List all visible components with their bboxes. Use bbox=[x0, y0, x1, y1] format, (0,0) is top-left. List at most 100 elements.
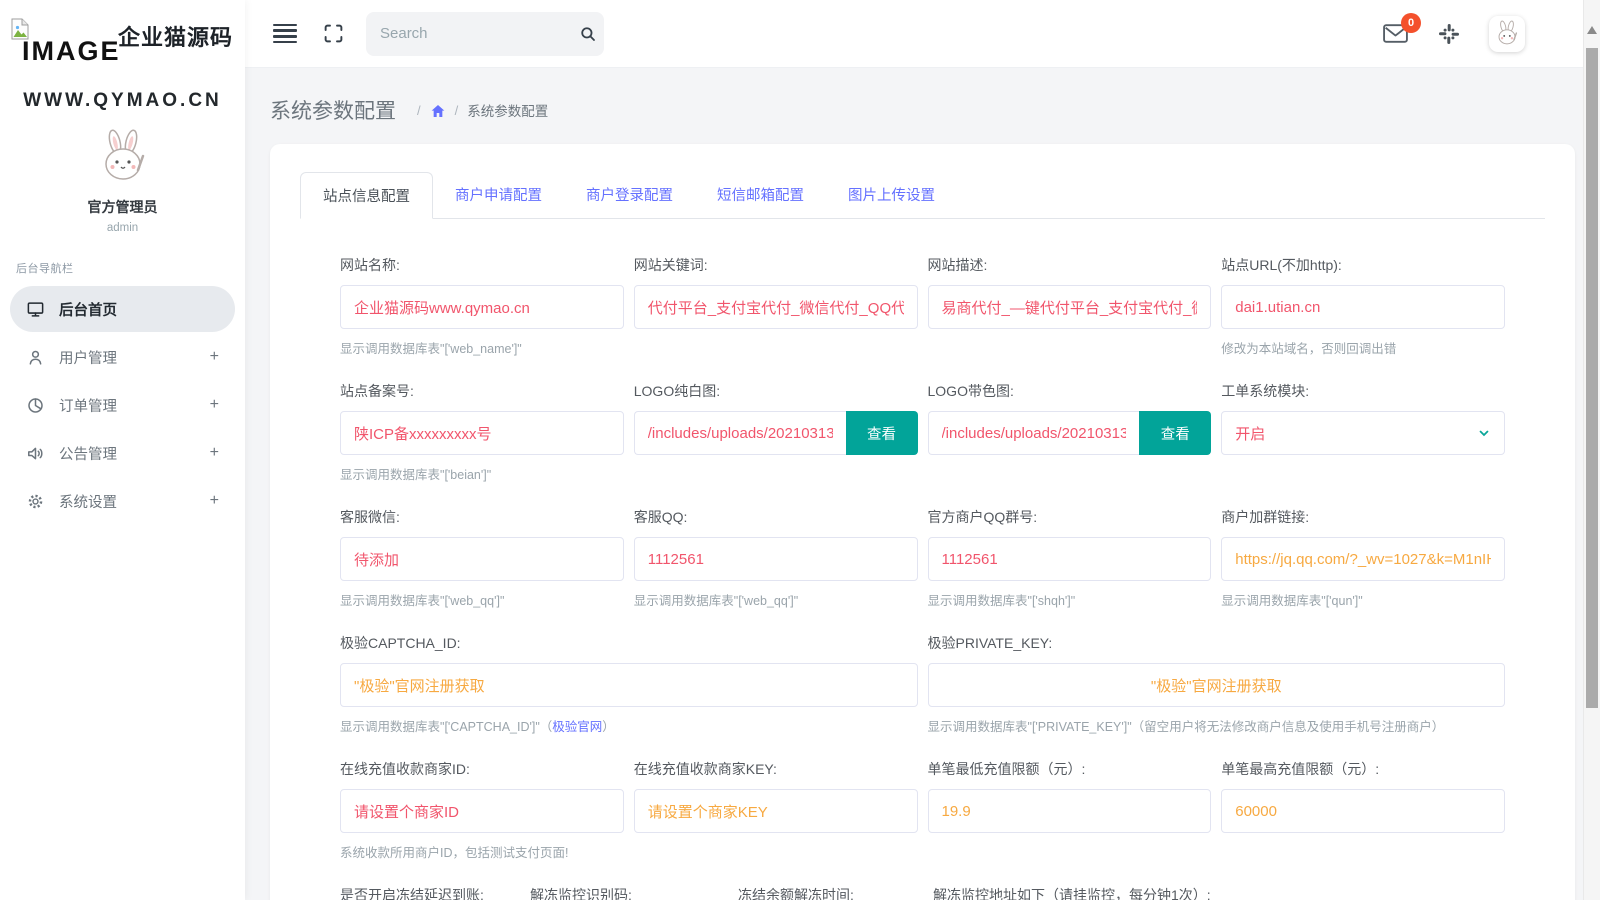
site-url-text: WWW.QYMAO.CN bbox=[0, 90, 245, 112]
form-row-1: 网站名称: 显示调用数据库表"['web_name']" 网站关键词: 网站描述… bbox=[340, 255, 1505, 357]
settings-card: 站点信息配置 商户申请配置 商户登录配置 短信邮箱配置 图片上传设置 网站名称:… bbox=[270, 144, 1575, 900]
field-beian: 站点备案号: 显示调用数据库表"['beian']" bbox=[340, 381, 624, 483]
merchant-id-input[interactable] bbox=[340, 789, 624, 833]
user-name: 官方管理员 bbox=[0, 197, 245, 217]
field-label: 单笔最低充值限额（元）: bbox=[928, 759, 1212, 779]
merchant-key-input[interactable] bbox=[634, 789, 918, 833]
field-helper: 系统收款所用商户ID，包括测试支付页面! bbox=[340, 842, 624, 861]
sidebar-item-label: 公告管理 bbox=[59, 443, 210, 464]
page-title: 系统参数配置 bbox=[270, 95, 396, 125]
tab-site-info[interactable]: 站点信息配置 bbox=[300, 172, 433, 219]
scrollbar-up-arrow[interactable] bbox=[1587, 26, 1597, 34]
field-label: 单笔最高充值限额（元）: bbox=[1221, 759, 1505, 779]
sidebar-item-users[interactable]: 用户管理 + bbox=[10, 334, 235, 380]
group-link-input[interactable] bbox=[1221, 537, 1505, 581]
field-site-url: 站点URL(不加http): 修改为本站域名，否则回调出错 bbox=[1221, 255, 1505, 357]
field-merchant-key: 在线充值收款商家KEY: bbox=[634, 759, 918, 861]
field-helper: 显示调用数据库表"['PRIVATE_KEY']"（留空用户将无法修改商户信息及… bbox=[928, 716, 1506, 735]
sidebar-item-settings[interactable]: 系统设置 + bbox=[10, 478, 235, 524]
main-area: 0 bbox=[245, 0, 1600, 900]
field-description: 网站描述: bbox=[928, 255, 1212, 357]
field-helper: 显示调用数据库表"['shqh']" bbox=[928, 590, 1212, 609]
form-row-2: 站点备案号: 显示调用数据库表"['beian']" LOGO纯白图: 查看 L… bbox=[340, 381, 1505, 483]
site-name-input[interactable] bbox=[340, 285, 624, 329]
mail-badge: 0 bbox=[1401, 13, 1421, 33]
expand-indicator: + bbox=[210, 492, 219, 510]
min-charge-input[interactable] bbox=[928, 789, 1212, 833]
field-logo-color: LOGO带色图: 查看 bbox=[928, 381, 1212, 483]
speaker-icon bbox=[26, 443, 46, 463]
captcha-id-input[interactable] bbox=[340, 663, 918, 707]
view-logo-white-button[interactable]: 查看 bbox=[846, 411, 918, 455]
menu-toggle-icon[interactable] bbox=[273, 21, 297, 47]
site-url-input[interactable] bbox=[1221, 285, 1505, 329]
page-scrollbar[interactable] bbox=[1583, 0, 1600, 900]
field-unfreeze-time: 冻结余额解冻时间: bbox=[738, 885, 923, 900]
description-input[interactable] bbox=[928, 285, 1212, 329]
tab-bar: 站点信息配置 商户申请配置 商户登录配置 短信邮箱配置 图片上传设置 bbox=[300, 172, 1545, 219]
scrollbar-thumb[interactable] bbox=[1586, 48, 1598, 708]
sidebar-item-announcements[interactable]: 公告管理 + bbox=[10, 430, 235, 476]
max-charge-input[interactable] bbox=[1221, 789, 1505, 833]
sidebar-item-orders[interactable]: 订单管理 + bbox=[10, 382, 235, 428]
tab-merchant-apply[interactable]: 商户申请配置 bbox=[433, 172, 564, 219]
field-label: 极验PRIVATE_KEY: bbox=[928, 633, 1506, 653]
breadcrumb-current: 系统参数配置 bbox=[467, 100, 548, 120]
field-freeze-delay: 是否开启冻结延迟到账: bbox=[340, 885, 520, 900]
pie-chart-icon bbox=[26, 395, 46, 415]
sidebar-item-label: 用户管理 bbox=[59, 347, 210, 368]
tab-sms-email[interactable]: 短信邮箱配置 bbox=[695, 172, 826, 219]
ticket-module-select[interactable]: 开启 bbox=[1221, 411, 1505, 455]
form-row-4: 极验CAPTCHA_ID: 显示调用数据库表"['CAPTCHA_ID']"（极… bbox=[340, 633, 1505, 735]
apps-icon[interactable] bbox=[1437, 22, 1461, 46]
sidebar-item-dashboard[interactable]: 后台首页 bbox=[10, 286, 235, 332]
home-icon[interactable] bbox=[430, 103, 446, 119]
geetest-site-link[interactable]: 极验官网 bbox=[552, 720, 602, 734]
qq-input[interactable] bbox=[634, 537, 918, 581]
search-icon[interactable] bbox=[579, 25, 597, 43]
field-label: 网站关键词: bbox=[634, 255, 918, 275]
topbar-avatar[interactable] bbox=[1489, 16, 1525, 52]
qq-group-input[interactable] bbox=[928, 537, 1212, 581]
wechat-input[interactable] bbox=[340, 537, 624, 581]
field-helper: 显示调用数据库表"['web_qq']" bbox=[634, 590, 918, 609]
field-label: 是否开启冻结延迟到账: bbox=[340, 885, 520, 900]
user-avatar[interactable] bbox=[91, 126, 155, 190]
view-logo-color-button[interactable]: 查看 bbox=[1139, 411, 1211, 455]
expand-indicator: + bbox=[210, 396, 219, 414]
form-row-3: 客服微信: 显示调用数据库表"['web_qq']" 客服QQ: 显示调用数据库… bbox=[340, 507, 1505, 609]
mail-button[interactable]: 0 bbox=[1382, 22, 1409, 45]
search-input[interactable] bbox=[380, 25, 579, 42]
tab-merchant-login[interactable]: 商户登录配置 bbox=[564, 172, 695, 219]
field-helper: 显示调用数据库表"['CAPTCHA_ID']"（极验官网） bbox=[340, 716, 918, 735]
field-label: 在线充值收款商家KEY: bbox=[634, 759, 918, 779]
field-qq: 客服QQ: 显示调用数据库表"['web_qq']" bbox=[634, 507, 918, 609]
field-label: 解冻监控地址如下（请挂监控，每分钟1次）: bbox=[933, 885, 1505, 900]
field-wechat: 客服微信: 显示调用数据库表"['web_qq']" bbox=[340, 507, 624, 609]
breadcrumb: 系统参数配置 / / 系统参数配置 bbox=[245, 68, 1600, 144]
field-helper: 修改为本站域名，否则回调出错 bbox=[1221, 338, 1505, 357]
sidebar-item-label: 订单管理 bbox=[59, 395, 210, 416]
user-role: admin bbox=[0, 222, 245, 234]
logo-white-input[interactable] bbox=[634, 411, 846, 455]
chevron-down-icon bbox=[1477, 426, 1491, 440]
field-label: 客服QQ: bbox=[634, 507, 918, 527]
nav-section-label: 后台导航栏 bbox=[16, 260, 245, 276]
fullscreen-icon[interactable] bbox=[323, 23, 344, 44]
field-keywords: 网站关键词: bbox=[634, 255, 918, 357]
keywords-input[interactable] bbox=[634, 285, 918, 329]
user-icon bbox=[26, 347, 46, 367]
profile: 官方管理员 admin bbox=[0, 126, 245, 234]
broken-image-alt: IMAGE bbox=[22, 36, 121, 67]
topbar-right: 0 bbox=[1382, 16, 1525, 52]
beian-input[interactable] bbox=[340, 411, 624, 455]
form-row-5: 在线充值收款商家ID: 系统收款所用商户ID，包括测试支付页面! 在线充值收款商… bbox=[340, 759, 1505, 861]
field-group-link: 商户加群链接: 显示调用数据库表"['qun']" bbox=[1221, 507, 1505, 609]
tab-content: 网站名称: 显示调用数据库表"['web_name']" 网站关键词: 网站描述… bbox=[300, 219, 1545, 900]
expand-indicator: + bbox=[210, 348, 219, 366]
sidebar-item-label: 后台首页 bbox=[59, 299, 219, 320]
search-box bbox=[366, 12, 604, 56]
tab-image-upload[interactable]: 图片上传设置 bbox=[826, 172, 957, 219]
logo-color-input[interactable] bbox=[928, 411, 1140, 455]
private-key-input[interactable] bbox=[928, 663, 1506, 707]
